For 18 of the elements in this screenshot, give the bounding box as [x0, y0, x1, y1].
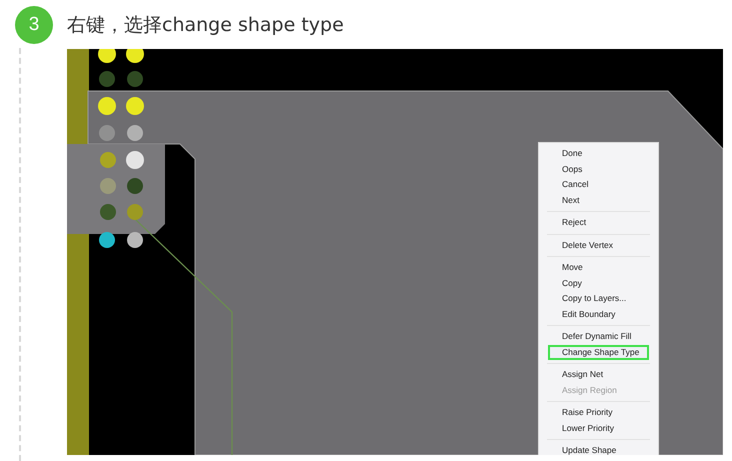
menu-item[interactable]: Update Shape — [539, 443, 658, 455]
menu-item[interactable]: Change Shape Type — [548, 344, 649, 360]
step-number: 3 — [15, 6, 53, 44]
step-instruction: 右键，选择change shape type — [67, 13, 345, 38]
menu-item[interactable]: Reject — [539, 215, 658, 230]
menu-item[interactable]: Raise Priority — [539, 405, 658, 420]
menu-item[interactable]: Delete Vertex — [539, 238, 658, 253]
menu-item[interactable]: Copy to Layers... — [539, 291, 658, 306]
menu-item[interactable]: Defer Dynamic Fill — [539, 329, 658, 344]
menu-item[interactable]: Next — [539, 192, 658, 208]
menu-item[interactable]: Lower Priority — [539, 420, 658, 436]
menu-item[interactable]: Edit Boundary — [539, 306, 658, 322]
menu-item[interactable]: Assign Net — [539, 367, 658, 382]
menu-item[interactable]: Copy — [539, 276, 658, 291]
menu-item[interactable]: Done — [539, 146, 658, 162]
menu-item[interactable]: Cancel — [539, 177, 658, 192]
menu-item[interactable]: Oops — [539, 162, 658, 177]
menu-item[interactable]: Move — [539, 260, 658, 276]
